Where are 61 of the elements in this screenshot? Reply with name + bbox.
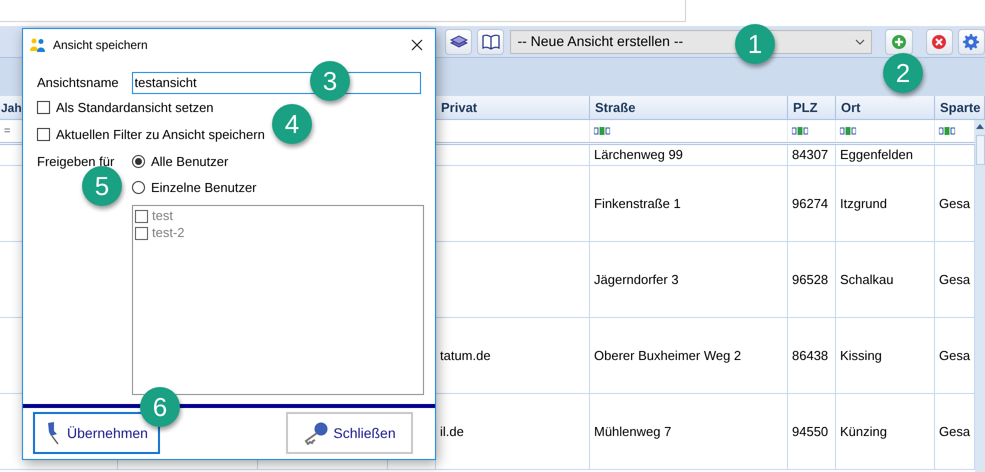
open-book-icon <box>482 34 500 50</box>
books-icon <box>450 34 468 50</box>
add-button[interactable] <box>885 28 913 54</box>
delete-button[interactable] <box>926 28 953 54</box>
table-cell-text: Lärchenweg 99 <box>594 146 683 164</box>
table-cell-text: 94550 <box>792 422 828 441</box>
text-filter-icon <box>939 127 955 135</box>
name-label: Ansichtsname <box>37 74 120 92</box>
table-cell-text: tatum.de <box>440 346 491 365</box>
table-cell-text: Gesa <box>939 346 970 365</box>
chevron-down-icon <box>854 38 865 44</box>
column-header[interactable]: Straße <box>591 98 636 118</box>
text-filter-icon <box>792 127 808 135</box>
column-header[interactable]: PLZ <box>789 98 818 118</box>
vertical-scrollbar[interactable] <box>975 120 985 472</box>
checkbox-option[interactable]: Aktuellen Filter zu Ansicht speichern <box>37 122 265 148</box>
table-cell-text: 96274 <box>792 194 828 213</box>
filter-operator[interactable]: = <box>4 122 10 140</box>
radio-option[interactable]: Einzelne Benutzer <box>132 174 257 201</box>
checkbox[interactable] <box>37 101 50 114</box>
column-header[interactable]: Ort <box>837 98 860 118</box>
column-header[interactable]: Sparte <box>936 98 980 118</box>
table-cell-text: Künzing <box>840 422 887 441</box>
table-cell-text: Jägerndorfer 3 <box>594 270 679 289</box>
text-filter-icon <box>594 127 610 135</box>
column-header[interactable]: Privat <box>437 98 478 118</box>
dialog-title: Ansicht speichern <box>53 36 148 54</box>
table-cell-text: Oberer Buxheimer Weg 2 <box>594 346 742 365</box>
scrollbar-thumb[interactable] <box>976 135 984 165</box>
settings-icon <box>963 34 980 50</box>
radio-button[interactable] <box>132 181 145 194</box>
table-cell-text: Mühlenweg 7 <box>594 422 672 441</box>
table-cell-text: Kissing <box>840 346 882 365</box>
key-icon <box>303 421 330 446</box>
book-icon-button[interactable] <box>477 28 504 54</box>
column-header[interactable]: Jah <box>1 98 22 116</box>
table-cell-text: Gesa <box>939 270 970 289</box>
books-icon-button[interactable] <box>445 28 472 54</box>
table-cell-text: Eggenfelden <box>840 146 914 164</box>
text-filter-icon <box>840 127 856 135</box>
scroll-up-arrow-icon <box>976 124 984 129</box>
checkbox[interactable] <box>37 128 50 142</box>
settings-button[interactable] <box>958 28 985 54</box>
close-dialog-button[interactable]: Schließen <box>286 412 413 454</box>
checkbox-option[interactable]: Als Standardansicht setzen <box>37 94 214 121</box>
table-cell-text: Finkenstraße 1 <box>594 194 681 213</box>
table-cell-text: il.de <box>440 422 464 441</box>
radio-option[interactable]: Alle Benutzer <box>132 148 257 175</box>
table-cell-text: Gesa <box>939 194 970 213</box>
close-button[interactable] <box>409 36 425 53</box>
table-cell-text: 86438 <box>792 346 828 365</box>
radio-button[interactable] <box>132 155 145 168</box>
table-cell-text: Gesa <box>939 422 970 441</box>
table-cell-text: 96528 <box>792 270 828 289</box>
table-cell-text: Schalkau <box>840 270 894 289</box>
table-cell-text: 84307 <box>792 146 828 164</box>
x-circle-icon <box>931 34 948 50</box>
people-icon <box>29 38 47 52</box>
close-icon <box>411 38 423 51</box>
plus-circle-icon <box>891 34 908 50</box>
table-cell-text: Itzgrund <box>840 194 887 213</box>
